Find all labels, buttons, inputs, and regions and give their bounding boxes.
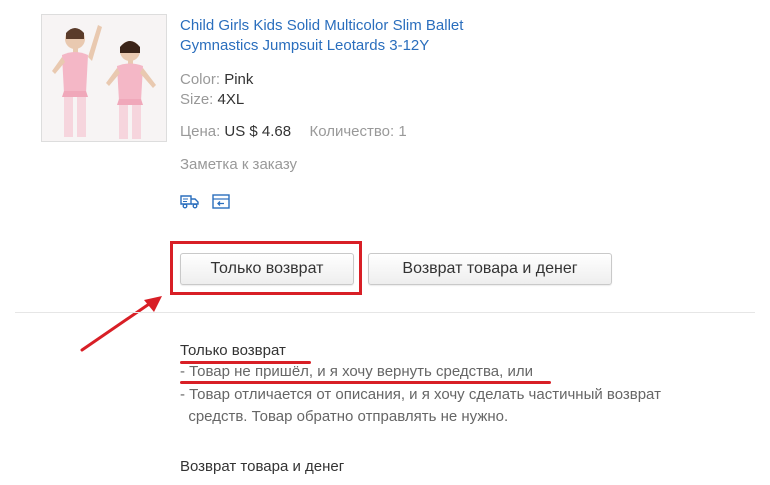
- shipping-truck-icon[interactable]: [180, 192, 200, 210]
- product-thumbnail[interactable]: [41, 14, 167, 142]
- return-and-refund-heading: Возврат товара и денег: [180, 458, 345, 475]
- price-qty-row: Цена: US $ 4.68 Количество: 1: [180, 122, 407, 142]
- color-label: Color:: [180, 71, 221, 88]
- size-label: Size:: [180, 91, 214, 108]
- section-divider: [15, 312, 755, 313]
- color-value: Pink: [224, 71, 254, 88]
- refund-only-line-3: средств. Товар обратно отправлять не нуж…: [180, 408, 509, 425]
- refund-only-line-2: - Товар отличается от описания, и я хочу…: [180, 386, 661, 403]
- refund-only-line-1: - Товар не пришёл, и я хочу вернуть сред…: [180, 363, 533, 380]
- refund-only-heading: Только возврат: [180, 342, 286, 359]
- order-note-link[interactable]: Заметка к заказу: [180, 156, 297, 173]
- annotation-arrow-icon: [80, 296, 162, 352]
- quantity-label: Количество:: [309, 123, 395, 140]
- price-value: US $ 4.68: [224, 123, 292, 140]
- size-row: Size: 4XL: [180, 90, 244, 110]
- leotard-photo: [42, 15, 166, 141]
- price-label: Цена:: [180, 123, 221, 140]
- size-value: 4XL: [217, 91, 245, 108]
- quantity-value: 1: [398, 123, 407, 140]
- annotation-highlight-box: [170, 241, 362, 295]
- product-title-link[interactable]: Child Girls Kids Solid Multicolor Slim B…: [180, 16, 540, 56]
- color-row: Color: Pink: [180, 70, 253, 90]
- return-box-icon[interactable]: [211, 192, 231, 210]
- return-and-refund-button[interactable]: Возврат товара и денег: [368, 253, 612, 285]
